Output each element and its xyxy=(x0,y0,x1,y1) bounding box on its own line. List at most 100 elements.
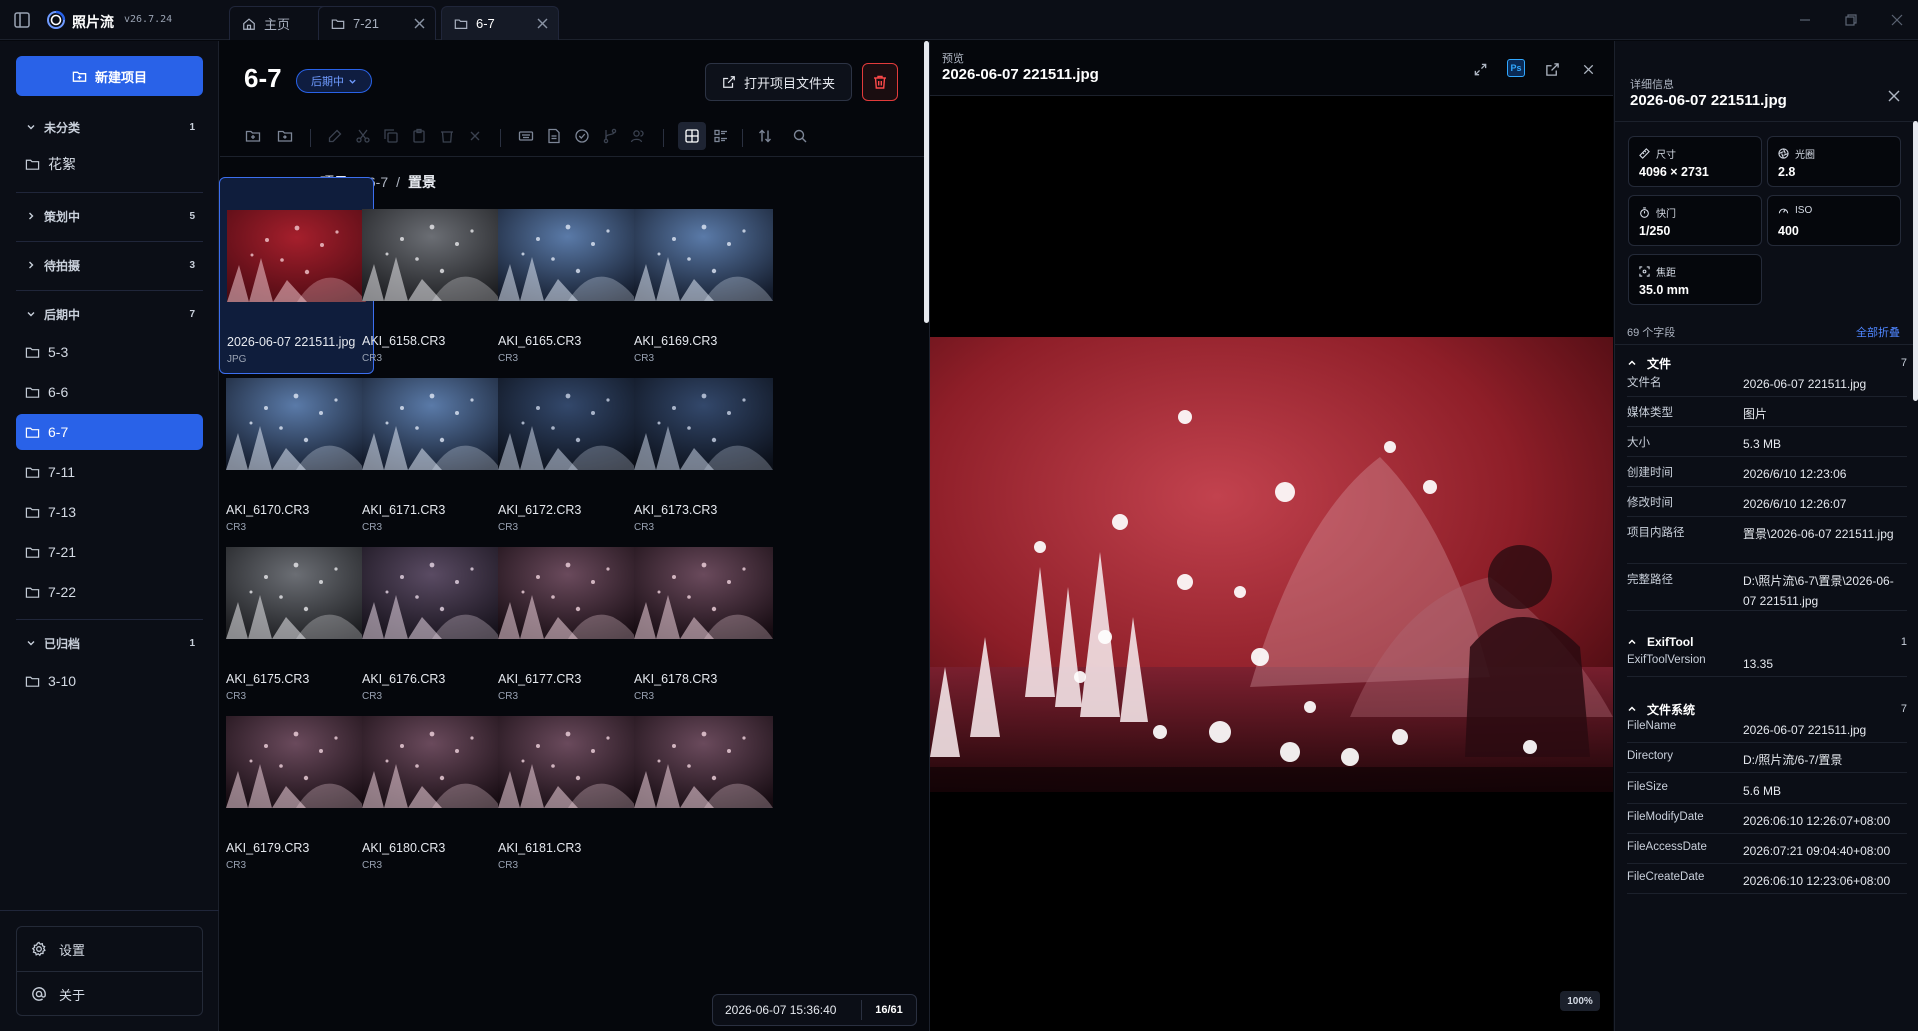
metadata-value: 5.3 MB xyxy=(1743,437,1782,451)
edit-button[interactable] xyxy=(324,125,346,147)
chevron-down-icon xyxy=(27,125,35,130)
gear-icon xyxy=(31,941,46,957)
sidebar-item-3-10[interactable]: 3-10 xyxy=(16,663,203,699)
group-to-shoot[interactable]: 待拍摄 3 xyxy=(16,250,203,280)
details-scrollbar[interactable] xyxy=(1913,121,1918,401)
metadata-section-header[interactable]: ExifTool 1 xyxy=(1627,632,1907,652)
paste-button[interactable] xyxy=(408,125,430,147)
sidebar-item-label: 5-3 xyxy=(48,344,69,360)
close-preview-button[interactable] xyxy=(1578,59,1598,79)
clear-selection-button[interactable] xyxy=(464,125,486,147)
thumbnail-card[interactable]: AKI_6178.CR3 CR3 xyxy=(627,515,782,712)
sidebar-item-huaxu[interactable]: 花絮 xyxy=(16,146,203,182)
user-icon xyxy=(630,130,644,143)
thumbnail-card[interactable]: AKI_6170.CR3 CR3 xyxy=(219,346,374,543)
thumbnail-card[interactable]: AKI_6177.CR3 CR3 xyxy=(491,515,646,712)
open-external-button[interactable] xyxy=(1542,59,1562,79)
sidebar-item-7-21[interactable]: 7-21 xyxy=(16,534,203,570)
document-button[interactable] xyxy=(543,125,565,147)
copy-button[interactable] xyxy=(380,125,402,147)
thumbnail-card[interactable]: AKI_6181.CR3 CR3 xyxy=(491,684,646,881)
app-name: 照片流 xyxy=(72,14,114,30)
photoshop-button[interactable]: Ps xyxy=(1507,59,1525,77)
list-view-button[interactable] xyxy=(710,125,732,147)
sidebar-item-5-3[interactable]: 5-3 xyxy=(16,334,203,370)
close-icon[interactable] xyxy=(414,18,425,29)
grid-view-button[interactable] xyxy=(678,122,706,150)
ruler-icon xyxy=(1639,148,1650,159)
thumbnail-card[interactable]: 2026-06-07 221511.jpg JPG xyxy=(219,177,374,374)
sidebar-item-6-7[interactable]: 6-7 xyxy=(16,414,203,450)
about-button[interactable]: 关于 xyxy=(17,972,202,1016)
thumbnail-image xyxy=(227,210,366,302)
chevron-up-icon xyxy=(1628,360,1636,366)
sidebar-item-7-13[interactable]: 7-13 xyxy=(16,494,203,530)
thumbnail-card[interactable]: AKI_6158.CR3 CR3 xyxy=(355,177,510,374)
status-dropdown[interactable]: 后期中 xyxy=(296,69,372,93)
group-unsorted[interactable]: 未分类 1 xyxy=(16,112,203,142)
window-close-icon[interactable] xyxy=(1889,12,1905,28)
tab-6-7[interactable]: 6-7 xyxy=(441,6,559,40)
group-post-production[interactable]: 后期中 7 xyxy=(16,299,203,329)
metadata-key: 修改时间 xyxy=(1627,497,1673,509)
thumbnail-card[interactable]: AKI_6179.CR3 CR3 xyxy=(219,684,374,881)
divider xyxy=(16,192,203,193)
sidebar-toggle-icon[interactable] xyxy=(12,10,32,30)
divider xyxy=(1615,121,1918,122)
thumbnail-card[interactable]: AKI_6175.CR3 CR3 xyxy=(219,515,374,712)
open-folder-label: 打开项目文件夹 xyxy=(743,75,835,91)
thumbnail-card[interactable]: AKI_6165.CR3 CR3 xyxy=(491,177,646,374)
group-count: 5 xyxy=(189,210,195,222)
zoom-level[interactable]: 100% xyxy=(1560,991,1600,1011)
section-title: 文件 xyxy=(1647,356,1672,371)
thumbnail-card[interactable]: AKI_6176.CR3 CR3 xyxy=(355,515,510,712)
group-archived[interactable]: 已归档 1 xyxy=(16,628,203,658)
thumbnail-card[interactable]: AKI_6180.CR3 CR3 xyxy=(355,684,510,881)
card-value: 1/250 xyxy=(1639,224,1671,238)
import-button[interactable] xyxy=(274,125,296,147)
minimize-icon[interactable] xyxy=(1797,12,1813,28)
cut-button[interactable] xyxy=(352,125,374,147)
folder-plus-icon xyxy=(245,130,261,142)
metadata-value: 置景\2026-06-07 221511.jpg xyxy=(1743,527,1894,541)
sidebar-item-7-11[interactable]: 7-11 xyxy=(16,454,203,490)
close-icon[interactable] xyxy=(1887,89,1901,103)
restore-icon[interactable] xyxy=(1843,12,1859,28)
thumbnail-card[interactable]: AKI_6169.CR3 CR3 xyxy=(627,177,782,374)
new-project-button[interactable]: 新建项目 xyxy=(16,56,203,96)
people-button[interactable] xyxy=(627,125,649,147)
search-button[interactable] xyxy=(789,125,811,147)
card-value: 35.0 mm xyxy=(1639,283,1690,297)
group-label: 已归档 xyxy=(44,636,81,651)
sidebar-item-6-6[interactable]: 6-6 xyxy=(16,374,203,410)
check-button[interactable] xyxy=(571,125,593,147)
divider xyxy=(1627,610,1907,611)
new-folder-button[interactable] xyxy=(242,125,264,147)
sidebar-item-7-22[interactable]: 7-22 xyxy=(16,574,203,610)
thumbnail-card[interactable]: AKI_6171.CR3 CR3 xyxy=(355,346,510,543)
preview-image[interactable] xyxy=(930,337,1613,792)
thumbnail-card[interactable]: AKI_6173.CR3 CR3 xyxy=(627,346,782,543)
thumbnail-card[interactable]: AKI_6172.CR3 CR3 xyxy=(491,346,646,543)
metadata-section-header[interactable]: 文件系统 7 xyxy=(1627,699,1907,719)
thumbnail-extension: CR3 xyxy=(362,860,383,871)
browser-scrollbar[interactable] xyxy=(924,41,929,323)
group-planning[interactable]: 策划中 5 xyxy=(16,201,203,231)
thumbnail-card[interactable] xyxy=(627,684,782,881)
metadata-key: Directory xyxy=(1627,750,1674,762)
settings-button[interactable]: 设置 xyxy=(17,927,202,971)
collapse-all-button[interactable]: 全部折叠 xyxy=(1856,324,1900,340)
rename-button[interactable] xyxy=(515,125,537,147)
tab-7-21[interactable]: 7-21 xyxy=(318,6,436,40)
metadata-value: 2026:06:10 12:23:06+08:00 xyxy=(1743,874,1891,888)
metadata-key: 文件名 xyxy=(1627,377,1662,389)
settings-label: 设置 xyxy=(59,942,86,958)
delete-project-button[interactable] xyxy=(862,63,898,101)
branch-button[interactable] xyxy=(599,125,621,147)
open-project-folder-button[interactable]: 打开项目文件夹 xyxy=(705,63,852,101)
sort-button[interactable] xyxy=(754,125,776,147)
metadata-section-header[interactable]: 文件 7 xyxy=(1627,353,1907,373)
expand-button[interactable] xyxy=(1470,59,1490,79)
close-icon[interactable] xyxy=(537,18,548,29)
delete-button[interactable] xyxy=(436,125,458,147)
